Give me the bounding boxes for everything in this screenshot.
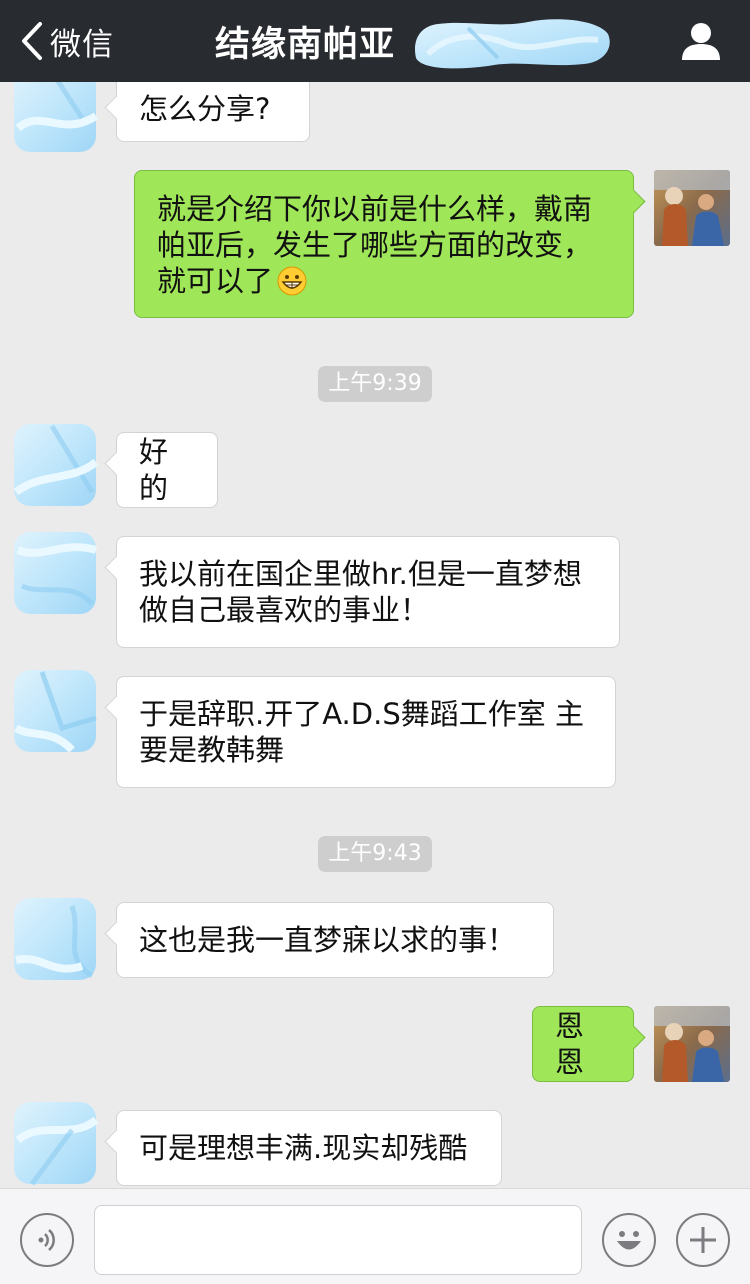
plus-icon [690, 1227, 716, 1253]
user-avatar[interactable] [654, 170, 730, 246]
navigation-bar: 微信 结缘南帕亚 [0, 0, 750, 82]
back-label: 微信 [50, 26, 114, 63]
message-input[interactable] [94, 1205, 582, 1275]
message-bubble[interactable]: 可是理想丰满.现实却残酷 [116, 1110, 502, 1186]
emoji-button[interactable] [602, 1213, 656, 1267]
timestamp: 上午9:39 [318, 366, 432, 402]
timestamp: 上午9:43 [318, 836, 432, 872]
contact-avatar[interactable] [12, 896, 98, 982]
message-bubble[interactable]: 这也是我一直梦寐以求的事！ [116, 902, 554, 978]
message-text: 恩恩 [555, 1009, 585, 1079]
contact-avatar[interactable] [12, 422, 98, 508]
message-bubble-sent[interactable]: 恩恩 [532, 1006, 634, 1082]
message-bubble[interactable]: 好的 [116, 432, 218, 508]
input-bar [0, 1188, 750, 1284]
message-text: 我以前在国企里做hr.但是一直梦想做自己最喜欢的事业！ [139, 557, 582, 627]
message-text: 于是辞职.开了A.D.S舞蹈工作室 主要是教韩舞 [139, 697, 584, 767]
message-text: 好的 [139, 435, 169, 505]
voice-icon [38, 1229, 55, 1251]
contact-avatar[interactable] [12, 530, 98, 616]
message-text: 这也是我一直梦寐以求的事！ [139, 923, 517, 957]
message-bubble[interactable]: 于是辞职.开了A.D.S舞蹈工作室 主要是教韩舞 [116, 676, 616, 788]
contact-avatar[interactable] [12, 82, 98, 154]
contact-avatar[interactable] [12, 668, 98, 754]
message-bubble[interactable]: 怎么分享? [116, 82, 310, 142]
chat-history[interactable]: 怎么分享? 就是介绍下你以前是什么样，戴南帕亚后，发生了哪些方面的改变，就可以了… [0, 82, 750, 1188]
redacted-name-mark [414, 19, 610, 69]
user-avatar[interactable] [654, 1006, 730, 1082]
grinning-face-emoji [277, 266, 307, 296]
emoji-icon [617, 1231, 641, 1250]
chevron-left-icon [22, 22, 42, 60]
chat-title: 结缘南帕亚 [215, 25, 396, 65]
back-button[interactable]: 微信 [18, 18, 114, 64]
message-text: 可是理想丰满.现实却残酷 [139, 1131, 468, 1165]
message-bubble-sent[interactable]: 就是介绍下你以前是什么样，戴南帕亚后，发生了哪些方面的改变，就可以了 [134, 170, 634, 318]
message-text: 怎么分享? [139, 92, 271, 126]
profile-icon[interactable] [680, 20, 722, 62]
message-text: 就是介绍下你以前是什么样，戴南帕亚后，发生了哪些方面的改变，就可以了 [157, 192, 593, 298]
voice-button[interactable] [20, 1213, 74, 1267]
message-bubble[interactable]: 我以前在国企里做hr.但是一直梦想做自己最喜欢的事业！ [116, 536, 620, 648]
contact-avatar[interactable] [12, 1100, 98, 1186]
more-button[interactable] [676, 1213, 730, 1267]
